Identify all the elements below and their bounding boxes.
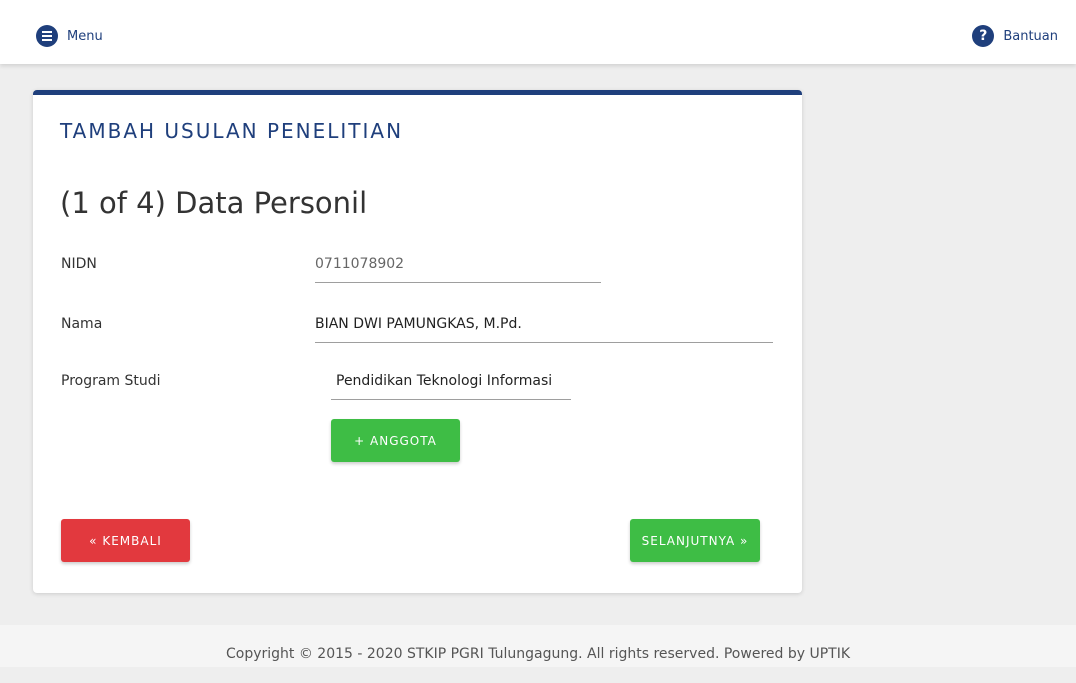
menu-label: Menu (67, 28, 103, 44)
footer: Copyright © 2015 - 2020 STKIP PGRI Tulun… (0, 625, 1076, 667)
nidn-label: NIDN (61, 256, 97, 272)
page-title: Tambah Usulan Penelitian (60, 119, 404, 143)
hamburger-menu-icon (36, 25, 58, 47)
form-card: Tambah Usulan Penelitian (1 of 4) Data P… (33, 90, 802, 593)
next-button[interactable]: SELANJUTNYA » (630, 519, 760, 562)
back-button[interactable]: « KEMBALI (61, 519, 190, 562)
help-label: Bantuan (1003, 28, 1058, 44)
help-button[interactable]: ? Bantuan (972, 24, 1058, 48)
nidn-field[interactable]: 0711078902 (315, 256, 601, 283)
nama-label: Nama (61, 316, 103, 332)
menu-button[interactable]: Menu (36, 24, 103, 48)
footer-copyright: Copyright © 2015 - 2020 STKIP PGRI Tulun… (225, 646, 851, 662)
step-title: (1 of 4) Data Personil (60, 186, 368, 220)
nama-field[interactable]: BIAN DWI PAMUNGKAS, M.Pd. (315, 316, 773, 343)
add-member-button[interactable]: + ANGGOTA (331, 419, 460, 462)
program-studi-label: Program Studi (61, 373, 161, 389)
question-circle-icon: ? (972, 25, 995, 47)
top-navbar: Menu ? Bantuan (0, 0, 1076, 64)
program-studi-field[interactable]: Pendidikan Teknologi Informasi (331, 373, 571, 400)
